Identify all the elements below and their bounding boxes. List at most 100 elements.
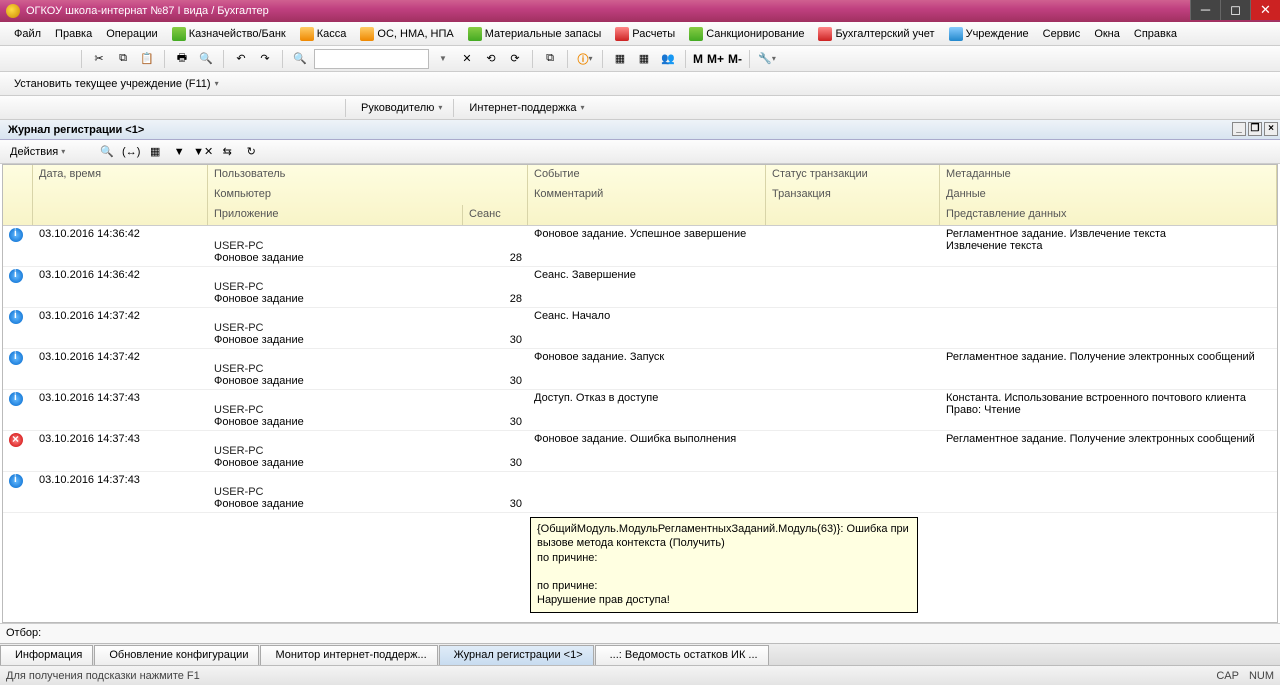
col-date[interactable]: Дата, время: [33, 165, 208, 185]
calendar-button[interactable]: ▦: [610, 49, 630, 69]
menu-windows[interactable]: Окна: [1088, 25, 1126, 43]
tab-balance[interactable]: ...: Ведомость остатков ИК ...: [595, 645, 769, 665]
doc-minimize[interactable]: _: [1232, 122, 1246, 136]
rpt-9[interactable]: [198, 98, 218, 118]
rpt-10[interactable]: [222, 98, 242, 118]
separator: [164, 50, 165, 68]
col-computer[interactable]: Компьютер: [208, 185, 528, 205]
act-view[interactable]: 🔍: [97, 142, 117, 162]
undo-button[interactable]: ↶: [231, 49, 251, 69]
act-filter2[interactable]: ▼: [169, 142, 189, 162]
search-dd[interactable]: ▼: [433, 49, 453, 69]
calc-button[interactable]: ▦: [634, 49, 654, 69]
print-button[interactable]: 🖶: [172, 49, 192, 69]
preview-button[interactable]: 🔍: [196, 49, 216, 69]
menu-edit[interactable]: Правка: [49, 25, 98, 43]
col-trans-status[interactable]: Статус транзакции: [766, 165, 940, 185]
table-row[interactable]: 03.10.2016 14:37:42 USER-PCФоновое задан…: [3, 349, 1277, 390]
cut-button[interactable]: ✂: [89, 49, 109, 69]
act-range[interactable]: (↔): [121, 142, 141, 162]
mplus-button[interactable]: М+: [707, 52, 724, 66]
wrench-button[interactable]: 🔧▾: [757, 49, 777, 69]
act-filter[interactable]: ▦: [145, 142, 165, 162]
act-tree[interactable]: ⇆: [217, 142, 237, 162]
manager-menu[interactable]: Руководителю▾: [353, 100, 446, 116]
tab-update[interactable]: Обновление конфигурации: [94, 645, 259, 665]
rpt-5[interactable]: [102, 98, 122, 118]
col-app[interactable]: Приложение: [208, 205, 463, 225]
menu-calc[interactable]: Расчеты: [609, 24, 681, 44]
rpt-2[interactable]: [30, 98, 50, 118]
minimize-button[interactable]: ─: [1190, 0, 1220, 20]
col-data-view[interactable]: Представление данных: [940, 205, 1277, 225]
rpt-14[interactable]: [318, 98, 338, 118]
col-user[interactable]: Пользователь: [208, 165, 528, 185]
copy-button[interactable]: ⧉: [113, 49, 133, 69]
tab-journal[interactable]: Журнал регистрации <1>: [439, 645, 594, 665]
menu-sanction[interactable]: Санкционирование: [683, 24, 810, 44]
menu-accounting[interactable]: Бухгалтерский учет: [812, 24, 940, 44]
rpt-4[interactable]: [78, 98, 98, 118]
col-event[interactable]: Событие: [528, 165, 766, 185]
menu-os[interactable]: ОС, НМА, НПА: [354, 24, 459, 44]
menu-help[interactable]: Справка: [1128, 25, 1183, 43]
close-button[interactable]: ✕: [1250, 0, 1280, 20]
support-menu[interactable]: Интернет-поддержка▾: [461, 100, 588, 116]
menu-materials[interactable]: Материальные запасы: [462, 24, 608, 44]
menu-treasury[interactable]: Казначейство/Банк: [166, 24, 292, 44]
table-row[interactable]: 03.10.2016 14:37:42 USER-PCФоновое задан…: [3, 308, 1277, 349]
rpt-8[interactable]: [174, 98, 194, 118]
act-open[interactable]: [73, 142, 93, 162]
menu-org[interactable]: Учреждение: [943, 24, 1035, 44]
tab-info[interactable]: Информация: [0, 645, 93, 665]
menu-service[interactable]: Сервис: [1037, 25, 1087, 43]
menu-file[interactable]: Файл: [8, 25, 47, 43]
redo-button[interactable]: ↷: [255, 49, 275, 69]
doc-close[interactable]: ×: [1264, 122, 1278, 136]
save-button[interactable]: [54, 49, 74, 69]
rpt-12[interactable]: [270, 98, 290, 118]
table-row[interactable]: 03.10.2016 14:37:43 USER-PCФоновое задан…: [3, 390, 1277, 431]
table-row[interactable]: 03.10.2016 14:36:42 USER-PCФоновое задан…: [3, 267, 1277, 308]
search-clear[interactable]: ✕: [457, 49, 477, 69]
paste-button[interactable]: 📋: [137, 49, 157, 69]
rpt-1[interactable]: [6, 98, 26, 118]
tab-monitor[interactable]: Монитор интернет-поддерж...: [260, 645, 437, 665]
table-row[interactable]: 03.10.2016 14:37:43 USER-PCФоновое задан…: [3, 472, 1277, 513]
actions-menu[interactable]: Действия▾: [6, 144, 69, 160]
col-session[interactable]: Сеанс: [463, 205, 528, 225]
set-current-org[interactable]: Установить текущее учреждение (F11) ▾: [6, 76, 223, 92]
mminus-button[interactable]: М-: [728, 52, 742, 66]
col-meta[interactable]: Метаданные: [940, 165, 1277, 185]
maximize-button[interactable]: ◻: [1220, 0, 1250, 20]
table-row[interactable]: 03.10.2016 14:37:43 USER-PCФоновое задан…: [3, 431, 1277, 472]
link-button[interactable]: 👥: [658, 49, 678, 69]
col-icon[interactable]: [3, 165, 33, 185]
m-button[interactable]: М: [693, 52, 703, 66]
separator: [685, 50, 686, 68]
help-button[interactable]: ⓘ▾: [575, 49, 595, 69]
rpt-3[interactable]: [54, 98, 74, 118]
table-row[interactable]: 03.10.2016 14:36:42 USER-PCФоновое задан…: [3, 226, 1277, 267]
doc-restore[interactable]: ❐: [1248, 122, 1262, 136]
act-filter-clear[interactable]: ▼✕: [193, 142, 213, 162]
rpt-6[interactable]: [126, 98, 146, 118]
zoom-button[interactable]: 🔍: [290, 49, 310, 69]
info-icon: [9, 228, 23, 242]
open-button[interactable]: [30, 49, 50, 69]
menu-operations[interactable]: Операции: [100, 25, 163, 43]
row-trans: [766, 349, 940, 389]
rpt-7[interactable]: [150, 98, 170, 118]
search-next[interactable]: ⟳: [505, 49, 525, 69]
new-button[interactable]: [6, 49, 26, 69]
rpt-11[interactable]: [246, 98, 266, 118]
menu-cash[interactable]: Касса: [294, 24, 353, 44]
rpt-13[interactable]: [294, 98, 314, 118]
search-prev[interactable]: ⟲: [481, 49, 501, 69]
col-data[interactable]: Данные: [940, 185, 1277, 205]
col-trans[interactable]: Транзакция: [766, 185, 940, 205]
search-input[interactable]: [314, 49, 429, 69]
copy2-button[interactable]: ⧉: [540, 49, 560, 69]
act-refresh[interactable]: ↻: [241, 142, 261, 162]
row-icon: [3, 390, 33, 430]
